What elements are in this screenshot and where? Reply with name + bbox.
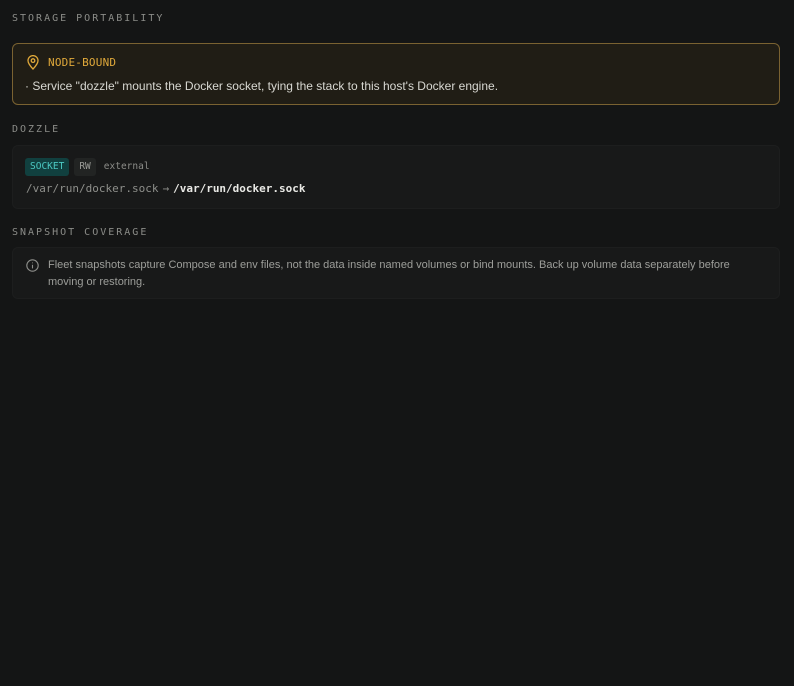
storage-portability-heading: STORAGE PORTABILITY [12, 13, 165, 24]
mount-scope-label: external [103, 161, 150, 172]
mount-card: SOCKET RW external /var/run/docker.sock →… [12, 145, 780, 209]
snapshot-info-card: Fleet snapshots capture Compose and env … [12, 247, 780, 299]
service-heading: DOZZLE [12, 124, 61, 135]
warning-header: NODE-BOUND [26, 55, 116, 70]
mount-target: /var/run/docker.sock [173, 182, 306, 195]
arrow-right-icon: → [162, 182, 170, 195]
mount-source: /var/run/docker.sock [26, 182, 159, 195]
warning-message: · Service "dozzle" mounts the Docker soc… [25, 79, 499, 93]
snapshot-coverage-heading: SNAPSHOT COVERAGE [12, 227, 149, 238]
map-pin-icon [26, 55, 40, 70]
mount-path: /var/run/docker.sock →/var/run/docker.soc… [26, 182, 306, 195]
mount-badges: SOCKET RW external [25, 158, 155, 176]
snapshot-info-text: Fleet snapshots capture Compose and env … [48, 259, 730, 288]
node-bound-warning: NODE-BOUND · Service "dozzle" mounts the… [12, 43, 780, 105]
warning-title: NODE-BOUND [48, 56, 117, 69]
info-icon [26, 259, 39, 272]
mount-type-badge: SOCKET [25, 158, 70, 176]
mount-mode-badge: RW [74, 158, 96, 176]
